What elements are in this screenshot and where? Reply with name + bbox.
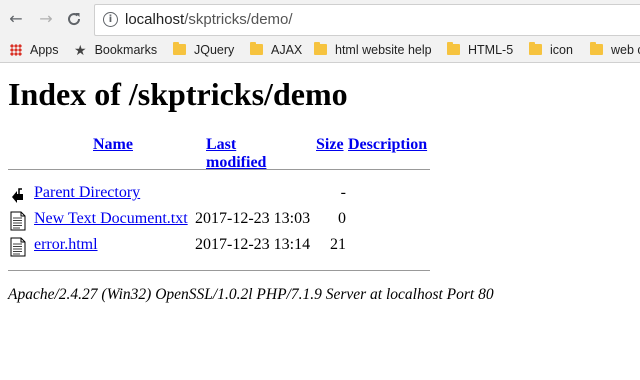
bookmark-web[interactable]: web c	[590, 42, 640, 58]
file-size: 0	[338, 210, 346, 227]
back-folder-icon	[12, 188, 23, 203]
url-text[interactable]: localhost/skptricks/demo/	[125, 11, 293, 28]
divider	[8, 270, 430, 271]
folder-icon	[447, 42, 460, 56]
address-bar[interactable]: i localhost/skptricks/demo/	[94, 4, 640, 36]
column-header-description[interactable]: Description	[348, 136, 427, 154]
parent-directory-link[interactable]: Parent Directory	[34, 184, 140, 202]
table-row: error.html 2017-12-23 13:14 21	[8, 236, 438, 258]
table-row: New Text Document.txt 2017-12-23 13:03 0	[8, 210, 438, 232]
browser-toolbar: ← → i localhost/skptricks/demo/	[0, 0, 640, 38]
bookmark-label: Apps	[30, 43, 59, 57]
bookmark-label: AJAX	[271, 43, 303, 57]
last-modified: 2017-12-23 13:03	[195, 210, 311, 227]
star-icon: ★	[74, 42, 87, 59]
back-arrow-icon[interactable]: ←	[6, 9, 26, 29]
bookmark-jquery[interactable]: JQuery	[173, 42, 234, 58]
last-modified: 2017-12-23 13:14	[195, 236, 311, 253]
text-file-icon	[10, 211, 26, 231]
folder-icon	[173, 42, 186, 56]
bookmark-label: Bookmarks	[94, 43, 158, 57]
forward-arrow-icon[interactable]: →	[36, 9, 56, 29]
reload-icon-glyph	[68, 13, 81, 26]
bookmark-html-website-help[interactable]: html website help	[314, 42, 432, 58]
bookmark-label: html website help	[335, 43, 432, 57]
url-path: /skptricks/demo/	[184, 11, 293, 28]
bookmark-bookmarks[interactable]: ★ Bookmarks	[74, 42, 158, 59]
bookmark-label: web c	[611, 43, 640, 57]
divider	[8, 169, 430, 170]
text-file-icon	[10, 237, 26, 257]
page-title: Index of /skptricks/demo	[8, 76, 348, 112]
folder-icon	[590, 42, 603, 56]
folder-icon	[529, 42, 542, 56]
column-header-size[interactable]: Size	[316, 136, 344, 154]
bookmark-label: HTML-5	[468, 43, 514, 57]
file-size: 21	[330, 236, 346, 253]
column-header-name[interactable]: Name	[93, 136, 133, 154]
bookmark-label: icon	[550, 43, 573, 57]
table-row: Parent Directory -	[8, 184, 438, 206]
column-header-last-modified[interactable]: Last modified	[206, 136, 266, 172]
bookmark-icon[interactable]: icon	[529, 42, 573, 58]
bookmark-label: JQuery	[194, 43, 235, 57]
bookmark-apps[interactable]: Apps	[10, 42, 59, 58]
reload-icon[interactable]	[64, 9, 84, 29]
apps-icon	[10, 43, 22, 56]
bookmark-html5[interactable]: HTML-5	[447, 42, 513, 58]
folder-icon	[250, 42, 263, 56]
folder-icon	[314, 42, 327, 56]
bookmark-ajax[interactable]: AJAX	[250, 42, 302, 58]
bookmarks-bar: Apps ★ Bookmarks JQuery AJAX html website…	[0, 38, 640, 63]
file-link[interactable]: error.html	[34, 236, 98, 254]
url-host: localhost	[125, 11, 185, 28]
file-size: -	[340, 184, 346, 201]
server-signature: Apache/2.4.27 (Win32) OpenSSL/1.0.2l PHP…	[8, 286, 494, 303]
info-icon[interactable]: i	[103, 12, 118, 27]
file-link[interactable]: New Text Document.txt	[34, 210, 188, 228]
